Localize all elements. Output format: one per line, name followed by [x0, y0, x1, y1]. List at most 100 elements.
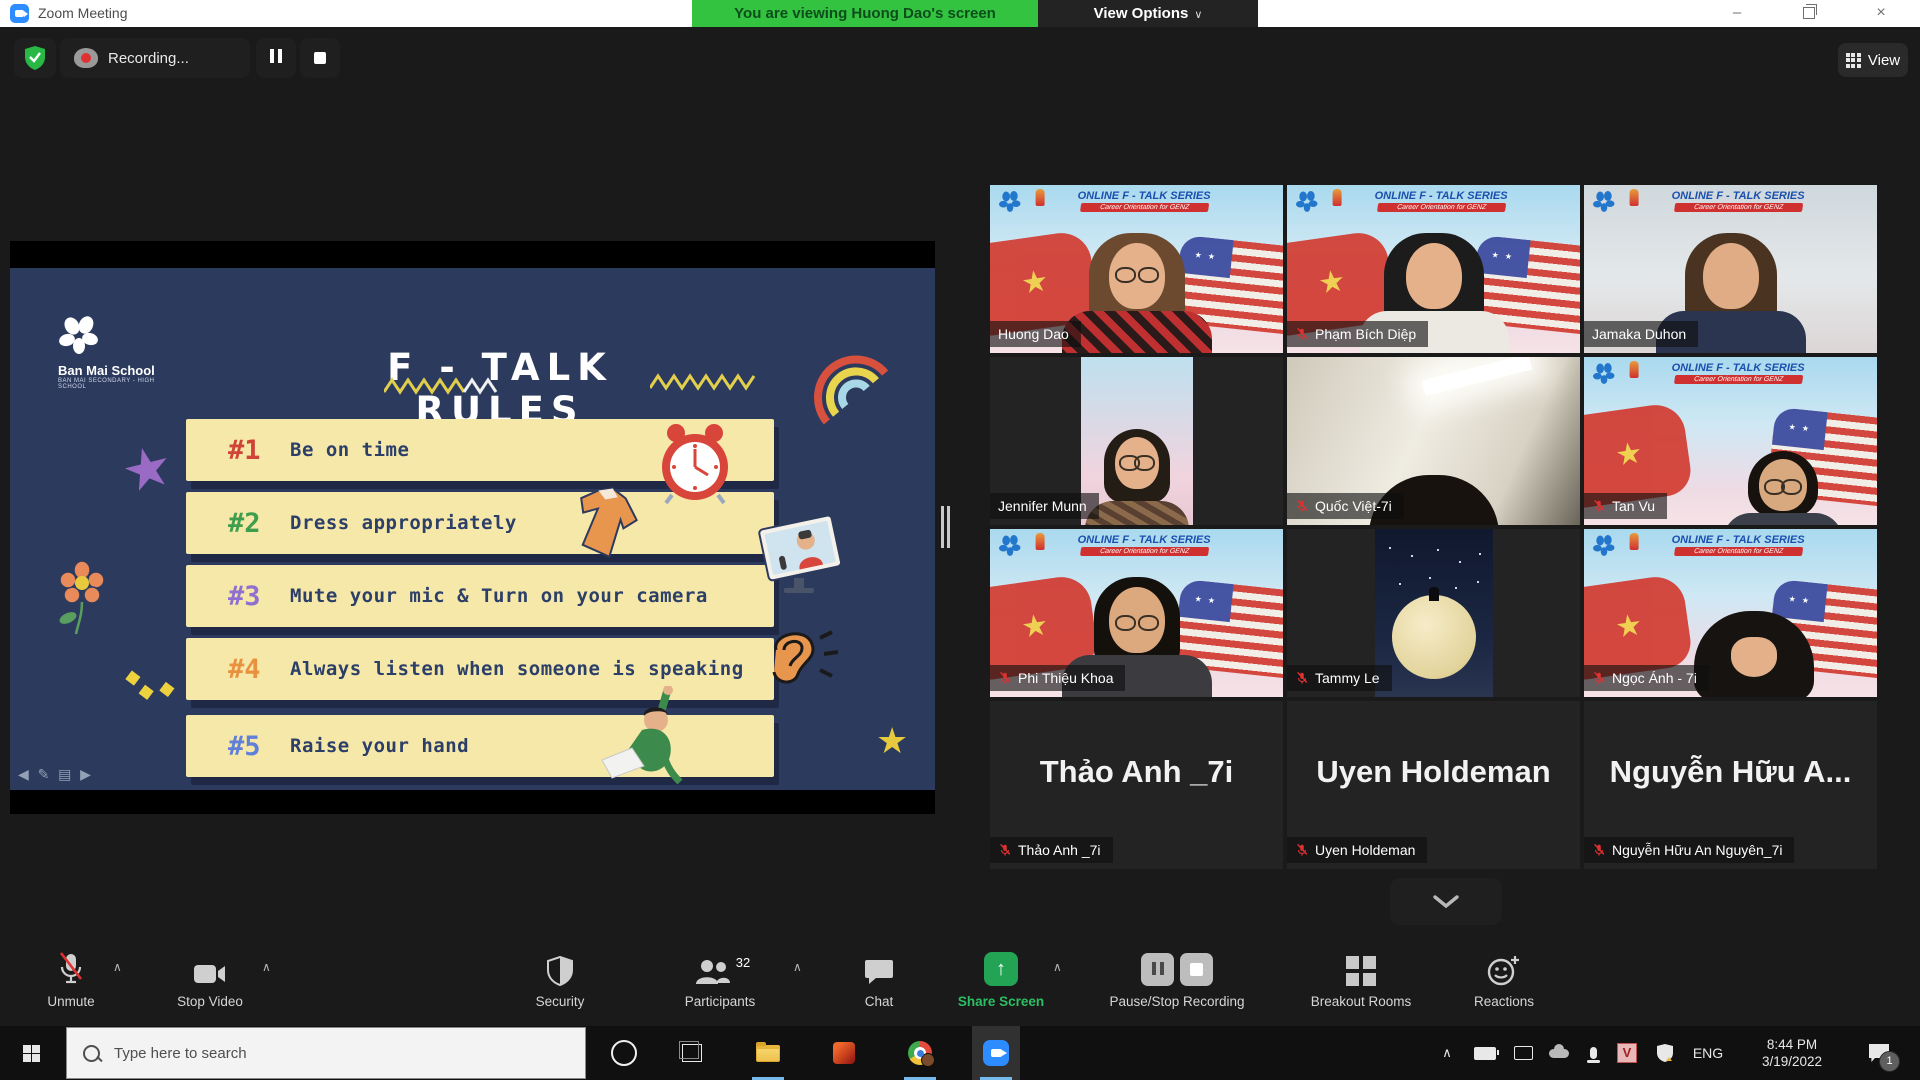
participant-name-label: Huong Dao	[990, 321, 1081, 347]
breakout-rooms-button[interactable]: Breakout Rooms	[1286, 948, 1436, 1009]
participants-options-caret[interactable]: ∧	[793, 960, 802, 974]
video-tile-jennifer-munn[interactable]: Jennifer Munn	[990, 357, 1283, 525]
torch-icon	[1035, 533, 1044, 550]
file-explorer-button[interactable]	[744, 1026, 792, 1080]
stop-video-button[interactable]: Stop Video	[158, 948, 262, 1009]
windows-security-icon[interactable]	[1648, 1026, 1682, 1080]
school-logo-icon	[1592, 191, 1616, 213]
chrome-button[interactable]	[896, 1026, 944, 1080]
view-options-button[interactable]: View Options∨	[1038, 0, 1258, 27]
task-view-button[interactable]	[668, 1026, 716, 1080]
restore-button[interactable]	[1786, 0, 1832, 27]
video-tile-ngoc-anh[interactable]: ★ ★ ★ ONLINE F - TALK SERIES Career Orie…	[1584, 529, 1877, 697]
video-tile-pham-bich-diep[interactable]: ★ ★ ★ ONLINE F - TALK SERIES Career Orie…	[1287, 185, 1580, 353]
video-tile-jamaka-duhon[interactable]: ONLINE F - TALK SERIES Career Orientatio…	[1584, 185, 1877, 353]
shared-screen: Ban Mai School BAN MAI SECONDARY - HIGH …	[10, 241, 935, 814]
chat-button[interactable]: Chat	[838, 948, 920, 1009]
share-screen-button[interactable]: ↑ Share Screen	[938, 948, 1064, 1009]
unmute-button[interactable]: Unmute	[28, 948, 114, 1009]
audio-options-caret[interactable]: ∧	[113, 960, 122, 974]
minimize-button[interactable]: –	[1714, 0, 1760, 27]
muted-mic-icon	[998, 843, 1012, 857]
rule-text: Mute your mic & Turn on your camera	[290, 585, 708, 607]
video-tile-nguyen-huu-an[interactable]: Nguyễn Hữu A... Nguyễn Hữu An Nguyên_7i	[1584, 701, 1877, 869]
share-options-caret[interactable]: ∧	[1053, 960, 1062, 974]
panel-resize-handle[interactable]	[941, 506, 950, 548]
video-tile-tan-vu[interactable]: ★ ★ ★ ONLINE F - TALK SERIES Career Orie…	[1584, 357, 1877, 525]
notification-badge: 1	[1879, 1051, 1900, 1072]
tray-mic-icon[interactable]	[1578, 1026, 1608, 1080]
moon	[1392, 595, 1476, 679]
security-button[interactable]: Security	[505, 948, 615, 1009]
participant-display-name: Uyen Holdeman	[1287, 754, 1580, 790]
share-screen-icon: ↑	[984, 952, 1018, 986]
taskbar-clock[interactable]: 8:44 PM 3/19/2022	[1734, 1026, 1850, 1080]
language-indicator[interactable]: ENG	[1686, 1026, 1730, 1080]
tray-camera-icon[interactable]	[1506, 1026, 1540, 1080]
slide-nav-controls[interactable]: ◀ ✎ ▤ ▶	[18, 766, 94, 783]
video-tile-huong-dao[interactable]: ★ ★ ★ ONLINE F - TALK SERIES Career Orie…	[990, 185, 1283, 353]
stop-recording-button[interactable]	[300, 38, 340, 78]
rule-text: Dress appropriately	[290, 512, 517, 534]
video-options-caret[interactable]: ∧	[262, 960, 271, 974]
muted-mic-icon	[1592, 843, 1606, 857]
torch-icon	[1629, 189, 1638, 206]
action-center-button[interactable]: 1	[1856, 1026, 1902, 1080]
video-tile-uyen-holdeman[interactable]: Uyen Holdeman Uyen Holdeman	[1287, 701, 1580, 869]
ftalk-overlay: ONLINE F - TALK SERIES Career Orientatio…	[1049, 534, 1239, 556]
pause-icon	[268, 49, 284, 68]
meeting-toolbar: Unmute ∧ Stop Video ∧ Security	[0, 938, 1920, 1026]
portrait-video-strip	[1375, 529, 1493, 697]
date: 3/19/2022	[1762, 1053, 1822, 1070]
next-page-participants-button[interactable]	[1390, 878, 1502, 925]
squiggle-right	[650, 372, 760, 392]
torch-icon	[1629, 533, 1638, 550]
video-tile-phi-thieu-khoa[interactable]: ★ ★ ★ ONLINE F - TALK SERIES Career Orie…	[990, 529, 1283, 697]
participant-name-label: Jennifer Munn	[990, 493, 1099, 519]
pause-stop-recording-button[interactable]: Pause/Stop Recording	[1085, 948, 1269, 1009]
zoom-app-button[interactable]	[972, 1026, 1020, 1080]
restore-icon	[1803, 7, 1815, 19]
muted-mic-icon	[1295, 499, 1309, 513]
onedrive-icon[interactable]	[1542, 1026, 1576, 1080]
school-logo-icon	[1592, 363, 1616, 385]
start-button[interactable]	[8, 1026, 54, 1080]
rule-number: #5	[228, 731, 290, 762]
time: 8:44 PM	[1767, 1036, 1817, 1053]
torch-icon	[1629, 361, 1638, 378]
participant-name-label: Nguyễn Hữu An Nguyên_7i	[1584, 837, 1794, 863]
cortana-button[interactable]	[600, 1026, 648, 1080]
cortana-icon	[611, 1040, 637, 1066]
stars	[1389, 547, 1391, 549]
rule-number: #2	[228, 508, 290, 539]
tray-expand-button[interactable]: ∧	[1432, 1026, 1462, 1080]
video-tile-quoc-viet[interactable]: Quốc Việt-7i	[1287, 357, 1580, 525]
video-tile-thao-anh[interactable]: Thảo Anh _7i Thảo Anh _7i	[990, 701, 1283, 869]
battery-icon[interactable]	[1468, 1026, 1502, 1080]
muted-mic-icon	[1295, 843, 1309, 857]
participant-display-name: Nguyễn Hữu A...	[1584, 754, 1877, 790]
participant-name-label: Phi Thiệu Khoa	[990, 665, 1125, 691]
video-call-icon	[752, 516, 848, 596]
pause-recording-icon[interactable]	[1141, 953, 1174, 986]
meeting-security-badge[interactable]	[14, 38, 56, 78]
squiggle-left	[384, 376, 502, 396]
taskbar-search[interactable]: Type here to search	[66, 1027, 586, 1079]
close-button[interactable]: ×	[1858, 0, 1904, 27]
antivirus-v-icon[interactable]: V	[1610, 1026, 1644, 1080]
participants-button[interactable]: 32 Participants	[655, 948, 785, 1009]
sparkles-icon: ◆ ◆ ◆	[124, 662, 188, 702]
windows-logo-icon	[23, 1045, 40, 1062]
ftalk-overlay: ONLINE F - TALK SERIES Career Orientatio…	[1643, 190, 1833, 212]
pause-recording-button[interactable]	[256, 38, 296, 78]
view-button[interactable]: View	[1838, 43, 1908, 77]
stop-recording-icon[interactable]	[1180, 953, 1213, 986]
raise-hand-person-icon	[598, 686, 708, 790]
video-tile-tammy-le[interactable]: Tammy Le	[1287, 529, 1580, 697]
muted-mic-icon	[1592, 671, 1606, 685]
muted-mic-icon	[1295, 327, 1309, 341]
office-app-button[interactable]	[820, 1026, 868, 1080]
flower-icon	[52, 560, 112, 638]
reactions-button[interactable]: Reactions	[1445, 948, 1563, 1009]
torch-icon	[1035, 189, 1044, 206]
